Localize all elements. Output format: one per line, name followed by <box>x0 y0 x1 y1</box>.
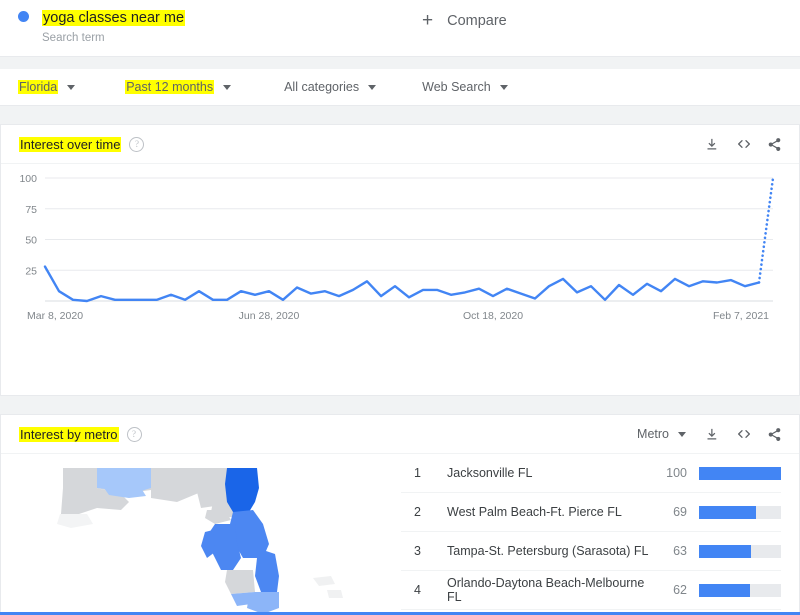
search-term-cell[interactable]: yoga classes near me Search term <box>0 0 400 56</box>
share-icon[interactable] <box>766 426 783 443</box>
metro-breakdown-select[interactable]: Metro <box>637 427 686 441</box>
search-term-type: Search term <box>42 32 105 44</box>
metro-bar-track <box>699 466 781 480</box>
filter-category-label: All categories <box>284 80 360 94</box>
florida-choropleth-map[interactable] <box>1 454 401 614</box>
series-color-dot <box>18 11 29 22</box>
interest-by-metro-body: 1 Jacksonville FL 100 2 West Palm Beach-Ft. … <box>1 454 799 614</box>
metro-rank: 4 <box>414 583 421 597</box>
metro-bar-track <box>699 505 781 519</box>
metro-bar-fill <box>699 544 751 558</box>
metro-bar-fill <box>699 583 750 597</box>
interest-by-metro-title: Interest by metro <box>19 426 119 442</box>
interest-over-time-card: Interest over time ? 25 50 75 100 Mar 8, 202… <box>0 124 800 396</box>
interest-by-metro-header: Interest by metro ? Metro <box>1 415 799 454</box>
map-svg <box>57 468 343 614</box>
x-axis-tick-label: Feb 7, 2021 <box>713 310 769 322</box>
interest-by-metro-actions: Metro <box>637 426 783 443</box>
filter-region-label: Florida <box>18 80 59 94</box>
chevron-down-icon <box>368 84 377 90</box>
chevron-down-icon <box>678 431 686 437</box>
x-axis-tick-label: Oct 18, 2020 <box>463 310 523 322</box>
x-axis-tick-label: Mar 8, 2020 <box>27 310 83 322</box>
metro-bar-fill <box>699 466 781 480</box>
trend-line-dotted <box>757 176 775 284</box>
metro-row[interactable]: 3 Tampa-St. Petersburg (Sarasota) FL 63 <box>401 532 781 571</box>
help-circle-icon[interactable]: ? <box>126 426 142 442</box>
query-card: yoga classes near me Search term + Compa… <box>0 0 800 57</box>
metro-value: 63 <box>673 544 687 558</box>
metro-bar-fill <box>699 505 756 519</box>
help-circle-icon[interactable]: ? <box>129 136 145 152</box>
search-term-label: yoga classes near me <box>42 10 186 26</box>
y-axis-tick-label: 75 <box>25 204 37 216</box>
embed-icon[interactable] <box>735 426 752 443</box>
compare-label: Compare <box>447 13 507 29</box>
interest-over-time-title: Interest over time <box>19 136 122 152</box>
filter-category[interactable]: All categories <box>284 80 377 94</box>
metro-row[interactable]: 1 Jacksonville FL 100 <box>401 454 781 493</box>
chevron-down-icon <box>499 84 508 90</box>
chevron-down-icon <box>223 84 232 90</box>
metro-name: West Palm Beach-Ft. Pierce FL <box>447 505 622 519</box>
metro-rank: 3 <box>414 544 421 558</box>
metro-value: 69 <box>673 505 687 519</box>
y-axis-tick-label: 50 <box>25 235 37 247</box>
interest-by-metro-card: Interest by metro ? Metro 1 Jacksonville… <box>0 414 800 614</box>
metro-bar-track <box>699 583 781 597</box>
google-trends-page: yoga classes near me Search term + Compa… <box>0 0 800 615</box>
filter-search-type-label: Web Search <box>422 80 491 94</box>
plus-icon: + <box>422 10 434 31</box>
trend-line-solid <box>43 265 761 303</box>
download-icon[interactable] <box>704 136 721 153</box>
interest-over-time-chart[interactable]: 25 50 75 100 Mar 8, 2020 Jun 28, 2020 Oct 18, … <box>1 164 800 396</box>
chevron-down-icon <box>67 84 76 90</box>
metro-row[interactable]: 4 Orlando-Daytona Beach-Melbourne FL 62 <box>401 571 781 610</box>
interest-over-time-actions <box>704 136 783 153</box>
interest-over-time-header: Interest over time ? <box>1 125 799 164</box>
metro-name: Orlando-Daytona Beach-Melbourne FL <box>447 576 645 604</box>
compare-cell[interactable]: + Compare <box>400 0 800 56</box>
filter-region[interactable]: Florida <box>18 80 76 94</box>
metro-breakdown-label: Metro <box>637 427 669 441</box>
embed-icon[interactable] <box>735 136 752 153</box>
y-axis-tick-label: 25 <box>25 265 37 277</box>
share-icon[interactable] <box>766 136 783 153</box>
x-axis-tick-label: Jun 28, 2020 <box>239 310 300 322</box>
filter-search-type[interactable]: Web Search <box>422 80 508 94</box>
trends-line-chart: 25 50 75 100 Mar 8, 2020 Jun 28, 2020 Oct 18, … <box>19 173 775 322</box>
metro-name: Jacksonville FL <box>447 466 533 480</box>
download-icon[interactable] <box>704 426 721 443</box>
filter-time-range[interactable]: Past 12 months <box>125 80 232 94</box>
filter-time-range-label: Past 12 months <box>125 80 215 94</box>
y-axis-tick-label: 100 <box>19 173 37 185</box>
metro-value: 100 <box>666 466 687 480</box>
metro-rank: 2 <box>414 505 421 519</box>
metro-row[interactable]: 2 West Palm Beach-Ft. Pierce FL 69 <box>401 493 781 532</box>
metro-value: 62 <box>673 583 687 597</box>
metro-rank: 1 <box>414 466 421 480</box>
metro-name: Tampa-St. Petersburg (Sarasota) FL <box>447 544 649 558</box>
metro-list: 1 Jacksonville FL 100 2 West Palm Beach-Ft. … <box>401 454 799 614</box>
metro-bar-track <box>699 544 781 558</box>
filter-bar: Florida Past 12 months All categories We… <box>0 69 800 106</box>
